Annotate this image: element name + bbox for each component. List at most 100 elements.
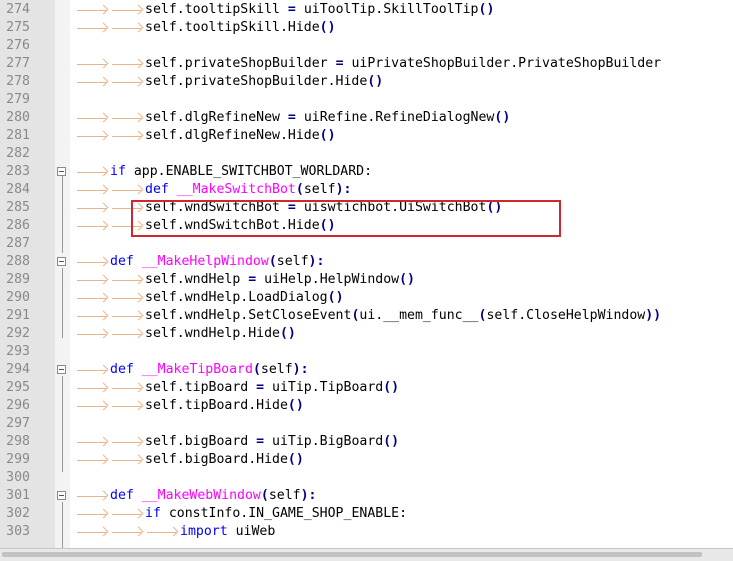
- code-token: def: [110, 488, 134, 503]
- code-token: uiTip.BigBoard: [264, 434, 384, 449]
- code-token: def: [110, 362, 134, 377]
- code-line[interactable]: 276: [0, 37, 733, 55]
- line-number: 302: [6, 506, 30, 521]
- tab-arrow-icon: [110, 19, 145, 37]
- tab-arrow-icon: [75, 397, 110, 415]
- code-token: __MakeSwitchBot: [176, 182, 296, 197]
- code-line[interactable]: 278 self.privateShopBuilder.Hide(): [0, 73, 733, 91]
- line-number: 281: [6, 128, 30, 143]
- tab-arrow-icon: [75, 73, 110, 91]
- code-token: self: [276, 254, 309, 269]
- annotation-highlight-box: [131, 200, 561, 237]
- line-number: 300: [6, 470, 30, 485]
- fold-toggle-icon[interactable]: [57, 257, 66, 266]
- code-line[interactable]: 300: [0, 469, 733, 487]
- code-token: constInfo.IN_GAME_SHOP_ENABLE:: [160, 506, 408, 521]
- code-token: uiHelp.HelpWindow: [256, 272, 400, 287]
- line-number: 276: [6, 38, 30, 53]
- code-line[interactable]: 294 def __MakeTipBoard(self):: [0, 361, 733, 379]
- code-token: self.wndHelp.Hide: [145, 326, 280, 341]
- code-line[interactable]: 284 def __MakeSwitchBot(self):: [0, 181, 733, 199]
- code-line[interactable]: 291 self.wndHelp.SetCloseEvent(ui.__mem_f…: [0, 307, 733, 325]
- fold-toggle-icon[interactable]: [57, 167, 66, 176]
- code-line[interactable]: 283 if app.ENABLE_SWITCHBOT_WORLDARD:: [0, 163, 733, 181]
- tab-arrow-icon: [75, 487, 110, 505]
- code-token: (: [268, 254, 277, 269]
- scrollbar-thumb[interactable]: [2, 552, 702, 557]
- line-number: 274: [6, 2, 30, 17]
- code-editor[interactable]: 274 self.tooltipSkill = uiToolTip.SkillTo…: [0, 0, 733, 548]
- code-token: self.wndHelp: [145, 272, 249, 287]
- line-number: 287: [6, 236, 30, 251]
- code-line[interactable]: 287: [0, 235, 733, 253]
- code-line[interactable]: 281 self.dlgRefineNew.Hide(): [0, 127, 733, 145]
- code-token: uiTip.TipBoard: [264, 380, 384, 395]
- line-number: 280: [6, 110, 30, 125]
- code-line[interactable]: 292 self.wndHelp.Hide(): [0, 325, 733, 343]
- code-token: =: [256, 434, 265, 449]
- code-line[interactable]: 297: [0, 415, 733, 433]
- tab-arrow-icon: [110, 397, 145, 415]
- code-token: ui.__mem_func__: [359, 308, 479, 323]
- code-text: self.privateShopBuilder.Hide(): [75, 73, 733, 91]
- code-token: __MakeWebWindow: [141, 488, 261, 503]
- tab-arrow-icon: [75, 253, 110, 271]
- line-number: 279: [6, 92, 30, 107]
- line-number: 291: [6, 308, 30, 323]
- code-text: self.bigBoard = uiTip.BigBoard(): [75, 433, 733, 451]
- code-line[interactable]: 302 if constInfo.IN_GAME_SHOP_ENABLE:: [0, 505, 733, 523]
- code-line[interactable]: 288 def __MakeHelpWindow(self):: [0, 253, 733, 271]
- code-line[interactable]: 282: [0, 145, 733, 163]
- code-text: self.wndHelp = uiHelp.HelpWindow(): [75, 271, 733, 289]
- tab-arrow-icon: [75, 523, 110, 541]
- code-text: import uiWeb: [75, 523, 733, 541]
- tab-arrow-icon: [75, 361, 110, 379]
- line-number: 301: [6, 488, 30, 503]
- line-number: 278: [6, 74, 30, 89]
- code-line[interactable]: 293: [0, 343, 733, 361]
- code-text: def __MakeSwitchBot(self):: [75, 181, 733, 199]
- code-line[interactable]: 295 self.tipBoard = uiTip.TipBoard(): [0, 379, 733, 397]
- tab-arrow-icon: [75, 109, 110, 127]
- code-token: =: [248, 272, 257, 287]
- tab-arrow-icon: [110, 307, 145, 325]
- code-line[interactable]: 299 self.bigBoard.Hide(): [0, 451, 733, 469]
- code-token: self.privateShopBuilder.Hide: [145, 74, 368, 89]
- line-number: 298: [6, 434, 30, 449]
- line-number: 288: [6, 254, 30, 269]
- line-number: 295: [6, 380, 30, 395]
- code-token: uiPrivateShopBuilder.PrivateShopBuilder: [343, 56, 662, 71]
- code-text: def __MakeTipBoard(self):: [75, 361, 733, 379]
- code-token: uiRefine.RefineDialogNew: [295, 110, 495, 125]
- code-line[interactable]: 289 self.wndHelp = uiHelp.HelpWindow(): [0, 271, 733, 289]
- code-token: self.bigBoard.Hide: [145, 452, 288, 467]
- code-token: ):: [300, 488, 317, 503]
- tab-arrow-icon: [75, 433, 110, 451]
- code-line[interactable]: 301 def __MakeWebWindow(self):: [0, 487, 733, 505]
- horizontal-scrollbar[interactable]: [0, 548, 733, 561]
- code-token: app.ENABLE_SWITCHBOT_WORLDARD:: [125, 164, 373, 179]
- line-number: 294: [6, 362, 30, 377]
- code-text: self.tooltipSkill.Hide(): [75, 19, 733, 37]
- code-line[interactable]: 303 import uiWeb: [0, 523, 733, 541]
- code-line[interactable]: 274 self.tooltipSkill = uiToolTip.SkillTo…: [0, 1, 733, 19]
- code-token: (): [383, 434, 400, 449]
- code-line[interactable]: 290 self.wndHelp.LoadDialog(): [0, 289, 733, 307]
- tab-arrow-icon: [75, 325, 110, 343]
- tab-arrow-icon: [110, 127, 145, 145]
- fold-toggle-icon[interactable]: [57, 365, 66, 374]
- code-line[interactable]: 296 self.tipBoard.Hide(): [0, 397, 733, 415]
- code-line[interactable]: 280 self.dlgRefineNew = uiRefine.RefineDi…: [0, 109, 733, 127]
- code-text: if app.ENABLE_SWITCHBOT_WORLDARD:: [75, 163, 733, 181]
- code-line[interactable]: 275 self.tooltipSkill.Hide(): [0, 19, 733, 37]
- fold-toggle-icon[interactable]: [57, 491, 66, 500]
- code-token: (): [327, 290, 344, 305]
- code-token: self.dlgRefineNew: [145, 110, 288, 125]
- code-token: (): [399, 272, 415, 287]
- code-line[interactable]: 298 self.bigBoard = uiTip.BigBoard(): [0, 433, 733, 451]
- code-token: __MakeTipBoard: [141, 362, 253, 377]
- code-line[interactable]: 277 self.privateShopBuilder = uiPrivateSh…: [0, 55, 733, 73]
- tab-arrow-icon: [110, 523, 145, 541]
- code-line[interactable]: 279: [0, 91, 733, 109]
